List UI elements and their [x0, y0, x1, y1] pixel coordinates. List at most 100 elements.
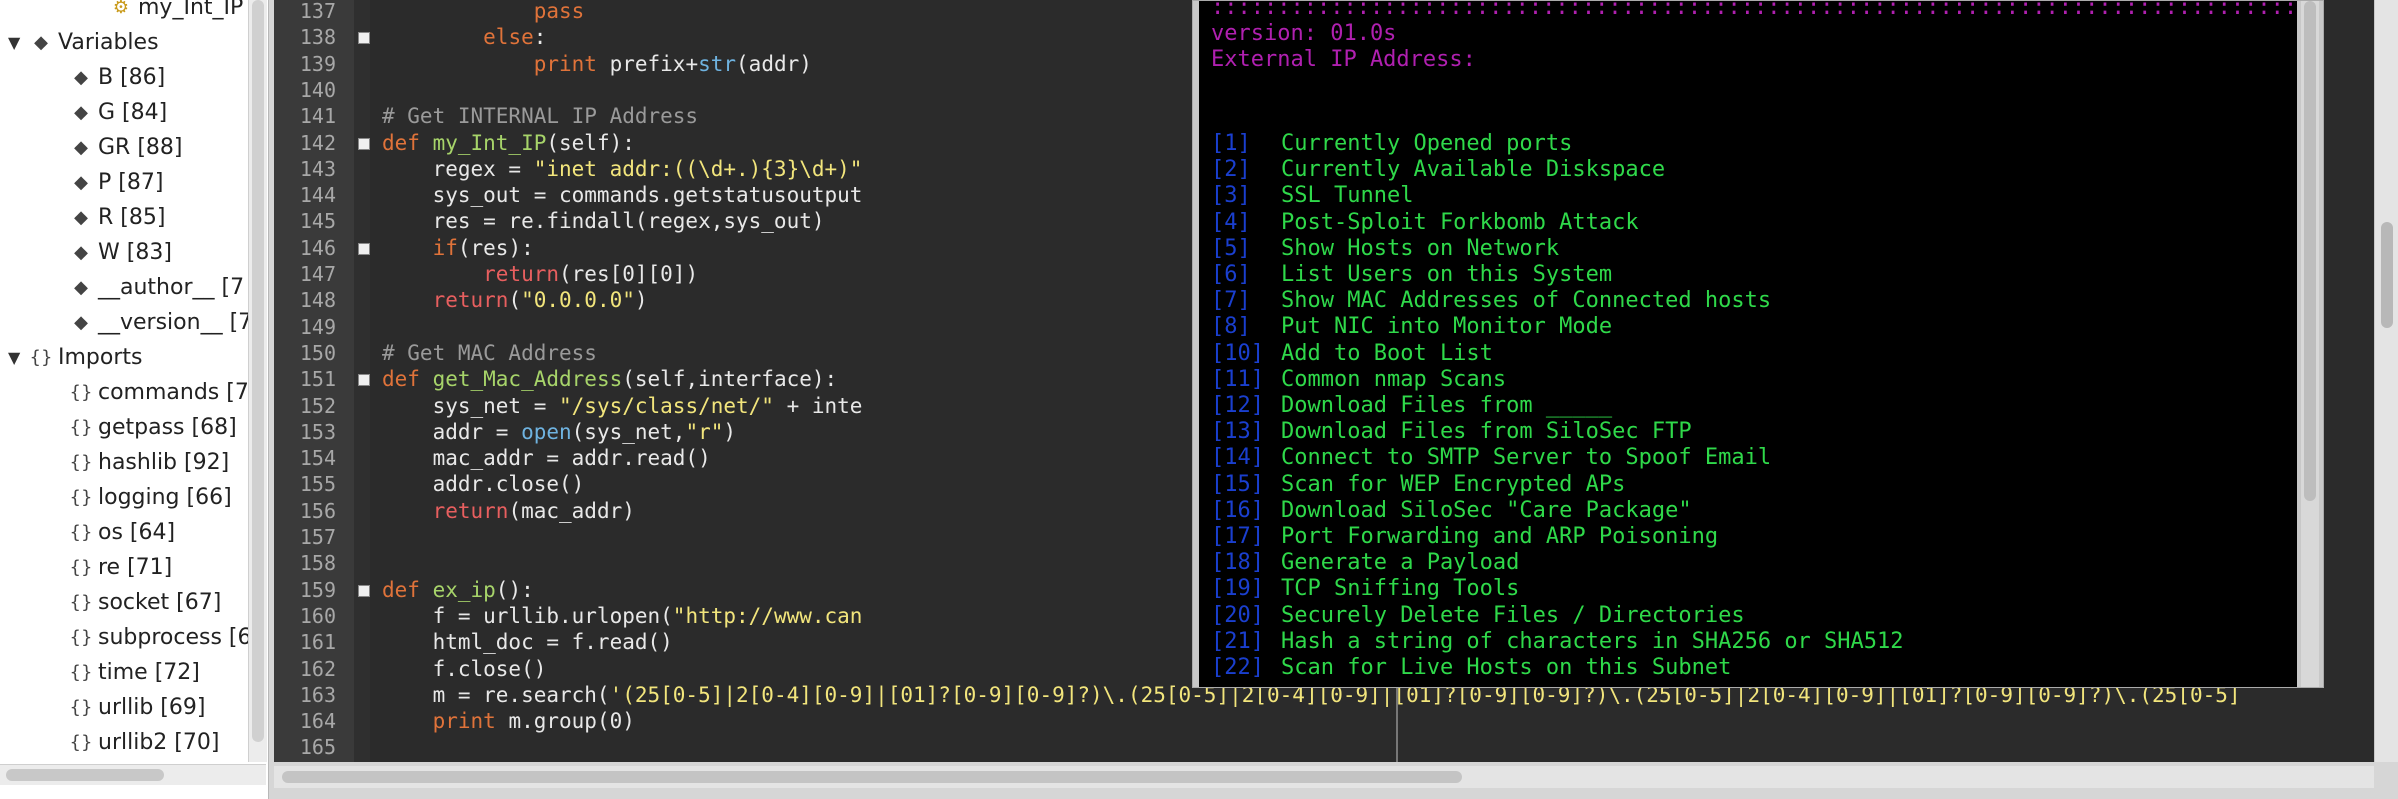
sidebar-item[interactable]: {} time [72] [48, 655, 200, 690]
sidebar-item[interactable]: {} subprocess [6 [48, 620, 248, 655]
code-line[interactable]: print prefix+str(addr) [382, 51, 812, 77]
sidebar-item-label: os [64] [98, 520, 176, 545]
code-line[interactable]: else: [382, 24, 546, 50]
sidebar-item[interactable]: ◆ R [85] [48, 200, 165, 235]
sidebar-scroll-thumb[interactable] [252, 0, 264, 742]
line-number: 153 [299, 419, 336, 444]
sidebar-item[interactable]: {} logging [66] [48, 480, 232, 515]
sidebar-item-label: urllib [69] [98, 695, 206, 720]
sidebar-hscroll-thumb[interactable] [6, 769, 164, 781]
sidebar-horizontal-scrollbar[interactable] [0, 764, 266, 785]
terminal-menu-item: [15] Scan for WEP Encrypted APs [1211, 472, 1625, 498]
code-line[interactable]: # Get INTERNAL IP Address [382, 103, 698, 129]
terminal-header-line: External IP Address: [1211, 47, 1476, 72]
code-line[interactable]: def my_Int_IP(self): [382, 130, 635, 156]
expand-arrow-icon[interactable]: ▼ [8, 340, 28, 375]
code-line[interactable]: f = urllib.urlopen("http://www.can [382, 603, 863, 629]
code-line[interactable]: return(mac_addr) [382, 498, 635, 524]
sidebar-item[interactable]: {} hashlib [92] [48, 445, 230, 480]
terminal-menu-item: [16] Download SiloSec "Care Package" [1211, 498, 1692, 524]
sidebar-item-label: W [83] [98, 240, 172, 265]
terminal-window[interactable]: ::::::::::::::::::::::::::::::::::::::::… [1192, 0, 2324, 688]
terminal-menu-item: [20] Securely Delete Files / Directories [1211, 603, 1745, 629]
terminal-scroll-thumb[interactable] [2304, 1, 2316, 501]
code-line[interactable]: return("0.0.0.0") [382, 287, 648, 313]
code-line[interactable]: pass [382, 0, 585, 24]
sidebar-item[interactable]: ▼{} Imports [8, 340, 142, 375]
editor-horizontal-scrollbar[interactable] [274, 766, 2374, 788]
code-line[interactable]: mac_addr = addr.read() [382, 445, 711, 471]
line-number: 155 [299, 472, 336, 497]
sidebar-item-label: P [87] [98, 170, 164, 195]
editor-hscroll-thumb[interactable] [282, 771, 1462, 783]
editor-vertical-scrollbar[interactable] [2374, 0, 2398, 762]
sidebar-item[interactable]: ⚙ my_Int_IP [14 [88, 0, 248, 25]
fold-toggle-icon[interactable] [358, 242, 370, 255]
sidebar-item[interactable]: {} re [71] [48, 550, 173, 585]
sidebar-item[interactable]: ◆ __version__ [7 [48, 305, 248, 340]
line-number: 146 [299, 235, 336, 260]
menu-item-number: [20] [1211, 602, 1264, 628]
import-icon: {} [69, 697, 93, 718]
code-line[interactable]: print m.group(0) [382, 708, 635, 734]
menu-item-label: Hash a string of characters in SHA256 or… [1281, 628, 1904, 654]
terminal-scrollbar[interactable] [2301, 1, 2319, 687]
sidebar-vertical-scrollbar[interactable] [248, 0, 267, 762]
menu-item-label: Port Forwarding and ARP Poisoning [1281, 524, 1719, 549]
terminal-menu-item: [8] Put NIC into Monitor Mode [1211, 314, 1612, 340]
code-token: def [382, 577, 433, 602]
sidebar-item[interactable]: ◆ P [87] [48, 165, 163, 200]
fold-toggle-icon[interactable] [358, 32, 370, 45]
sidebar-item[interactable]: {} os [64] [48, 515, 176, 550]
sidebar-item-label: __author__ [7 [98, 275, 245, 300]
sidebar-item[interactable]: ◆ GR [88] [48, 130, 182, 165]
code-token: m.group(0) [495, 709, 635, 734]
code-editor[interactable]: 137 pass 138 else: 139 print prefix+str(ad… [274, 0, 2374, 762]
line-number: 143 [299, 156, 336, 181]
line-number: 165 [299, 735, 336, 760]
fold-toggle-icon[interactable] [358, 584, 370, 597]
line-number: 159 [299, 577, 336, 602]
variable-icon: ◆ [74, 102, 88, 123]
expand-arrow-icon[interactable]: ▼ [8, 25, 28, 60]
menu-item-number: [18] [1211, 550, 1264, 576]
code-line[interactable]: html_doc = f.read() [382, 629, 673, 655]
sidebar-item[interactable]: ▼ ◆ Variables [8, 25, 159, 60]
sidebar-item[interactable]: {} urllib2 [70] [48, 725, 220, 760]
terminal-menu-item: [17] Port Forwarding and ARP Poisoning [1211, 524, 1718, 550]
line-number: 156 [299, 498, 336, 523]
editor-scroll-thumb[interactable] [2381, 222, 2393, 328]
terminal-output[interactable]: ::::::::::::::::::::::::::::::::::::::::… [1199, 1, 2297, 687]
code-line[interactable]: f.close() [382, 656, 547, 682]
sidebar-item[interactable]: ◆ G [84] [48, 95, 167, 130]
import-icon: {} [69, 627, 93, 648]
code-line[interactable]: regex = "inet addr:((\d+.){3}\d+)" [382, 156, 863, 182]
menu-item-number: [17] [1211, 524, 1264, 549]
code-line[interactable]: sys_net = "/sys/class/net/" + inte [382, 393, 863, 419]
code-line[interactable]: def get_Mac_Address(self,interface): [382, 366, 837, 392]
code-line[interactable]: if(res): [382, 235, 534, 261]
code-line[interactable]: addr = open(sys_net,"r") [382, 419, 736, 445]
sidebar-item[interactable]: {} urllib [69] [48, 690, 206, 725]
line-number: 144 [299, 183, 336, 208]
code-line[interactable]: addr.close() [382, 471, 585, 497]
code-line[interactable]: return(res[0][0]) [382, 261, 698, 287]
menu-item-number: [6] [1211, 262, 1251, 287]
sidebar-item-label: R [85] [98, 205, 166, 230]
sidebar-item[interactable]: ◆ __author__ [7 [48, 270, 244, 305]
fold-toggle-icon[interactable] [358, 137, 370, 150]
sidebar-item[interactable]: ◆ W [83] [48, 235, 172, 270]
menu-item-number: [4] [1211, 209, 1251, 235]
sidebar-item[interactable]: {} socket [67] [48, 585, 222, 620]
code-token: str [698, 51, 737, 76]
fold-toggle-icon[interactable] [358, 374, 370, 387]
sidebar-item[interactable]: {} getpass [68] [48, 410, 237, 445]
sidebar-item[interactable]: {} commands [7 [48, 375, 248, 410]
code-line[interactable]: sys_out = commands.getstatusoutput [382, 182, 863, 208]
code-line[interactable]: # Get MAC Address [382, 340, 597, 366]
menu-item-number: [8] [1211, 314, 1251, 340]
code-line[interactable]: res = re.findall(regex,sys_out) [382, 208, 825, 234]
line-number: 139 [299, 51, 336, 76]
code-line[interactable]: def ex_ip(): [382, 577, 534, 603]
sidebar-item[interactable]: ◆ B [86] [48, 60, 165, 95]
